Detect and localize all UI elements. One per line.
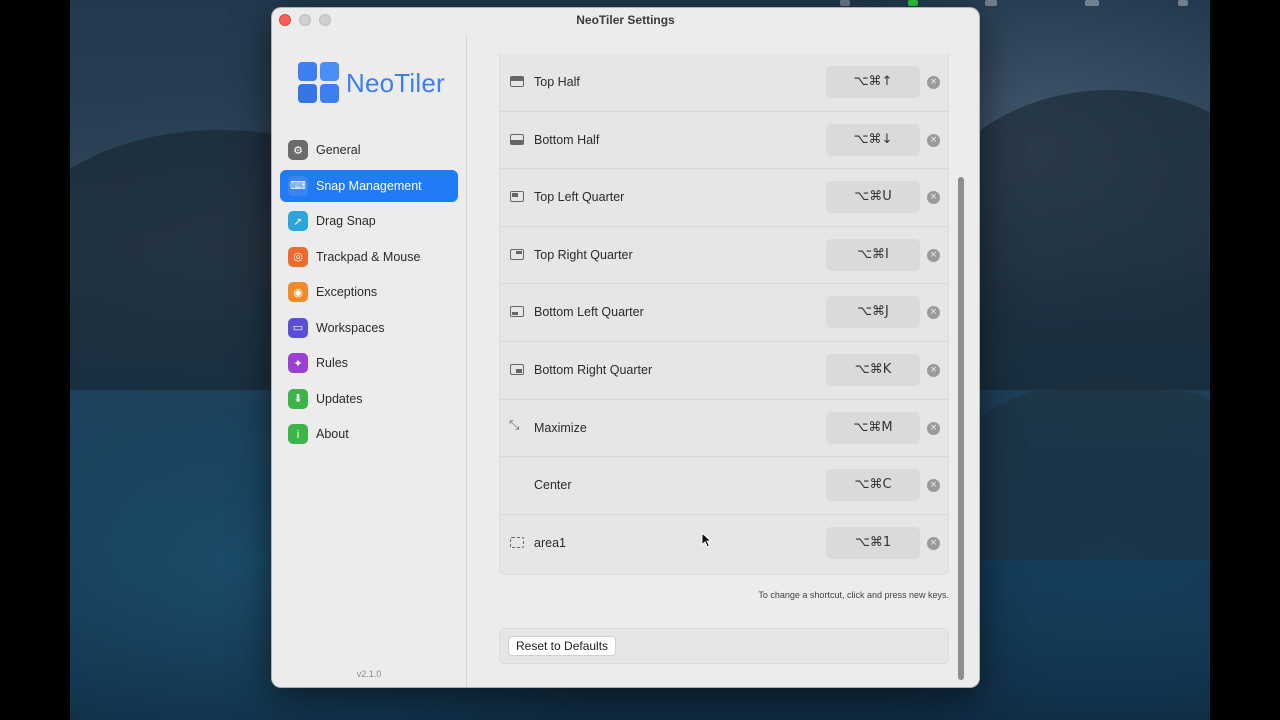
clear-shortcut-icon[interactable]: × (927, 191, 940, 205)
snap-management-panel: Top Half ⌥⌘↑ × Bottom Half ⌥⌘↓ × Top Left Quar… (467, 34, 979, 687)
shortcut-row: Top Left Quarter ⌥⌘U × (500, 169, 948, 227)
shortcut-list: Top Half ⌥⌘↑ × Bottom Half ⌥⌘↓ × Top Left Quar… (499, 54, 949, 575)
shortcut-recorder[interactable]: ⌥⌘U (826, 181, 920, 214)
shortcut-row: Bottom Left Quarter ⌥⌘J × (500, 284, 948, 342)
custom-area-icon (510, 536, 524, 548)
window-title: NeoTiler Settings (576, 13, 675, 27)
shortcut-recorder[interactable]: ⌥⌘1 (826, 526, 920, 559)
menubar-icon[interactable] (1085, 0, 1099, 6)
top-right-quarter-icon (510, 248, 524, 260)
top-left-quarter-icon (510, 191, 524, 203)
shortcut-row: Center ⌥⌘C × (500, 457, 948, 515)
minimize-window-button[interactable] (299, 14, 311, 26)
sidebar-item-label: About (316, 427, 349, 441)
bottom-left-quarter-icon (510, 306, 524, 318)
eye-icon: ◉ (288, 282, 308, 302)
keyboard-icon: ⌨ (288, 175, 308, 196)
sidebar-item-label: Rules (316, 356, 348, 370)
menubar-icon[interactable] (908, 0, 918, 6)
sidebar-nav: ⚙ General ⌨ Snap Management ➚ Drag Snap ◎ Track… (280, 134, 458, 454)
sidebar-item-label: Updates (316, 391, 363, 406)
app-name: NeoTiler (346, 68, 445, 98)
download-icon: ⬇ (288, 388, 308, 409)
version-label: v2.1.0 (356, 669, 382, 679)
close-window-button[interactable] (279, 14, 291, 26)
maximize-icon: ⤡ (509, 417, 520, 433)
clear-shortcut-icon[interactable]: × (927, 479, 940, 493)
sidebar-item-about[interactable]: i About (280, 418, 458, 450)
sidebar-item-label: Workspaces (316, 320, 385, 335)
window-icon: ▭ (288, 317, 308, 338)
trackpad-icon: ◎ (288, 246, 308, 267)
clear-shortcut-icon[interactable]: × (927, 306, 940, 320)
shortcut-label: Top Right Quarter (534, 247, 633, 262)
shortcut-recorder[interactable]: ⌥⌘K (826, 354, 920, 386)
shortcut-label: Bottom Right Quarter (534, 363, 653, 377)
menubar-icon[interactable] (840, 0, 850, 6)
clear-shortcut-icon[interactable]: × (927, 133, 940, 147)
clear-shortcut-icon[interactable]: × (927, 536, 940, 550)
sidebar-item-workspaces[interactable]: ▭ Workspaces (280, 312, 458, 344)
reset-to-defaults-button[interactable]: Reset to Defaults (508, 636, 617, 656)
shortcut-label: Center (534, 478, 572, 493)
shortcut-label: Top Half (534, 75, 580, 89)
shortcut-row: Bottom Half ⌥⌘↓ × (500, 112, 948, 170)
bottom-right-quarter-icon (510, 364, 524, 375)
menubar-icon[interactable] (1178, 0, 1188, 6)
info-icon: i (288, 424, 308, 444)
shortcut-recorder[interactable]: ⌥⌘M (826, 411, 920, 444)
sidebar-item-snap-management[interactable]: ⌨ Snap Management (280, 169, 458, 202)
sidebar-item-trackpad-mouse[interactable]: ◎ Trackpad & Mouse (280, 241, 458, 273)
sidebar-item-label: Snap Management (316, 178, 422, 193)
titlebar[interactable]: NeoTiler Settings (272, 8, 979, 34)
mouse-cursor-icon (701, 532, 713, 548)
shortcut-row: ⤡ Maximize ⌥⌘M × (500, 400, 948, 458)
shortcut-hint: To change a shortcut, click and press ne… (758, 590, 949, 600)
shortcut-recorder[interactable]: ⌥⌘C (826, 469, 920, 502)
shortcut-row: Top Right Quarter ⌥⌘I × (500, 227, 948, 285)
sidebar-item-label: Drag Snap (316, 214, 376, 228)
sidebar-item-label: Exceptions (316, 285, 378, 299)
shortcut-recorder[interactable]: ⌥⌘I (826, 238, 920, 271)
shortcut-row: Bottom Right Quarter ⌥⌘K × (500, 342, 948, 400)
settings-window: NeoTiler Settings NeoTiler ⚙ General ⌨ Snap… (271, 7, 980, 688)
sidebar-item-updates[interactable]: ⬇ Updates (280, 383, 458, 415)
sidebar-item-label: Trackpad & Mouse (316, 249, 421, 264)
shortcut-recorder[interactable]: ⌥⌘↓ (826, 123, 920, 156)
shortcut-recorder[interactable]: ⌥⌘J (826, 296, 920, 329)
sidebar-item-general[interactable]: ⚙ General (280, 134, 458, 166)
sidebar-item-exceptions[interactable]: ◉ Exceptions (280, 276, 458, 308)
scrollbar[interactable] (958, 177, 964, 680)
zoom-window-button[interactable] (319, 14, 331, 26)
reset-panel: Reset to Defaults (499, 628, 949, 664)
app-logo-icon (298, 62, 340, 104)
menubar-icon[interactable] (985, 0, 997, 6)
wallpaper-hill (950, 380, 1210, 560)
shortcut-recorder[interactable]: ⌥⌘↑ (826, 66, 920, 98)
bottom-half-icon (510, 133, 524, 145)
shortcut-label: Top Left Quarter (534, 190, 625, 205)
shortcut-row: Top Half ⌥⌘↑ × (500, 54, 948, 112)
sidebar-item-rules[interactable]: ✦ Rules (280, 347, 458, 379)
shortcut-row: area1 ⌥⌘1 × (500, 515, 948, 573)
sidebar-item-drag-snap[interactable]: ➚ Drag Snap (280, 205, 458, 237)
clear-shortcut-icon[interactable]: × (927, 421, 940, 435)
pointer-icon: ➚ (288, 211, 308, 231)
shortcut-label: Maximize (534, 420, 587, 435)
clear-shortcut-icon[interactable]: × (927, 248, 940, 262)
gear-icon: ⚙ (288, 140, 308, 160)
sidebar-item-label: General (316, 143, 361, 157)
top-half-icon (510, 76, 524, 87)
sidebar: NeoTiler ⚙ General ⌨ Snap Management ➚ Drag S… (272, 34, 467, 687)
clear-shortcut-icon[interactable]: × (927, 76, 940, 89)
shortcut-label: area1 (534, 535, 566, 550)
shortcut-label: Bottom Left Quarter (534, 305, 644, 320)
wand-icon: ✦ (288, 353, 308, 373)
shortcut-label: Bottom Half (534, 132, 600, 147)
clear-shortcut-icon[interactable]: × (927, 364, 940, 377)
